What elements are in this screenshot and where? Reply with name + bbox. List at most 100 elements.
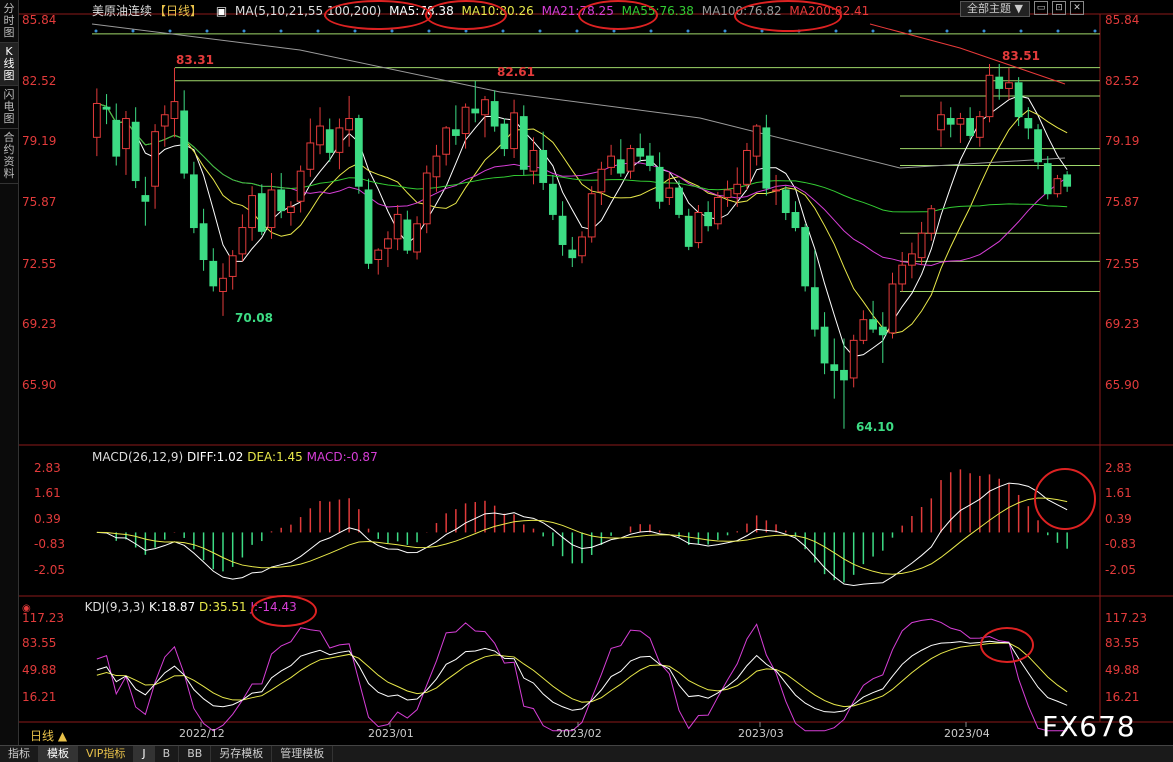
candle-body <box>927 208 936 234</box>
candle-body <box>481 99 489 116</box>
macd-tick-right: 0.39 <box>1105 512 1132 526</box>
candle-body <box>287 206 295 214</box>
macd-legend: MACD(26,12,9) DIFF:1.02 DEA:1.45 MACD:-0… <box>92 450 378 464</box>
kdj-d: D:35.51 <box>199 600 247 614</box>
candle-body <box>238 227 247 255</box>
macd-tick-left: 1.61 <box>34 486 61 500</box>
kdj-label: KDJ(9,3,3) <box>84 600 146 614</box>
candle-body <box>849 339 858 379</box>
theme-select-button[interactable]: 全部主题 ▼ <box>960 1 1030 17</box>
candle-body <box>675 187 683 215</box>
price-tick-left: 72.55 <box>22 257 56 271</box>
price-tick-right: 75.87 <box>1105 195 1139 209</box>
close-icon[interactable]: ✕ <box>1069 1 1084 15</box>
maximize-icon[interactable]: ⊡ <box>1051 1 1066 15</box>
theme-label: 全部主题 <box>967 2 1011 15</box>
candle-body <box>966 118 975 136</box>
candle-body <box>548 183 557 215</box>
period-indicator[interactable]: 日线 ▲ <box>30 727 67 744</box>
chevron-down-icon: ▼ <box>1014 2 1023 15</box>
candle-body <box>597 168 606 193</box>
price-extreme-label: 64.10 <box>856 420 894 434</box>
candle-body <box>500 123 509 150</box>
legend-square-icon: ▣ <box>215 4 228 18</box>
candle-body <box>374 249 383 261</box>
candle-body <box>413 223 421 253</box>
candle-body <box>723 189 732 198</box>
candle-body <box>461 106 470 135</box>
candle-body <box>898 264 907 285</box>
signal-dot <box>834 29 838 33</box>
price-tick-right: 69.23 <box>1105 317 1139 331</box>
date-tick-label: 2023/03 <box>738 727 784 740</box>
highlight-ring-macd <box>1034 468 1096 530</box>
minimize-icon[interactable]: ▭ <box>1033 1 1048 15</box>
tab-flash[interactable]: 闪电图 <box>0 86 18 129</box>
price-tick-left: 65.90 <box>22 378 56 392</box>
bb-tab[interactable]: BB <box>179 746 212 762</box>
candle-body <box>558 215 567 245</box>
signal-dot <box>242 29 246 33</box>
tab-kline[interactable]: K线图 <box>0 43 18 86</box>
candle-body <box>471 108 480 114</box>
b-tab[interactable]: B <box>155 746 180 762</box>
tab-kline-label: K线图 <box>3 45 15 82</box>
signal-dot <box>1019 29 1023 33</box>
candle-body <box>160 114 169 127</box>
template-tab[interactable]: 模板 <box>39 746 78 762</box>
signal-dot <box>982 29 986 33</box>
candle-body <box>626 148 635 172</box>
date-tick-label: 2023/02 <box>556 727 602 740</box>
indicator-tab[interactable]: 指标 <box>0 746 39 762</box>
candle-body <box>364 189 373 264</box>
signal-dot <box>538 29 542 33</box>
kdj-tick-left: 49.88 <box>22 663 56 677</box>
save-template-button[interactable]: 另存模板 <box>211 746 273 762</box>
period-tag: 【日线】 <box>154 4 203 18</box>
candle-body <box>1034 129 1042 163</box>
j-tab[interactable]: J <box>134 746 155 762</box>
vip-indicator-tab[interactable]: VIP指标 <box>78 746 135 762</box>
candle-body <box>209 260 218 287</box>
candle-body <box>519 116 528 170</box>
highlight-ring-ma55 <box>578 0 658 30</box>
candle-body <box>257 193 266 232</box>
candle-body <box>451 129 460 136</box>
signal-dot <box>686 29 690 33</box>
candle-body <box>917 232 926 259</box>
candle-body <box>539 149 548 183</box>
candle-body <box>199 223 208 261</box>
signal-dot <box>427 29 431 33</box>
candle-body <box>995 76 1004 89</box>
candle-body <box>908 253 916 266</box>
manage-template-button[interactable]: 管理模板 <box>272 746 334 762</box>
candle-body <box>772 189 780 192</box>
candle-body <box>529 149 538 172</box>
candle-body <box>713 196 722 225</box>
signal-dot <box>168 29 172 33</box>
candle-body <box>393 213 402 240</box>
candle-body <box>646 155 654 167</box>
tab-contract-info[interactable]: 合约资料 <box>0 129 18 184</box>
price-tick-right: 79.19 <box>1105 134 1139 148</box>
price-tick-right: 72.55 <box>1105 257 1139 271</box>
price-tick-left: 82.52 <box>22 74 56 88</box>
candle-body <box>248 195 256 229</box>
date-tick-label: 2023/01 <box>368 727 414 740</box>
price-tick-right: 65.90 <box>1105 378 1139 392</box>
candle-body <box>762 127 771 189</box>
price-tick-left: 85.84 <box>22 13 56 27</box>
kdj-tick-left: 83.55 <box>22 636 56 650</box>
candle-body <box>810 287 819 330</box>
candle-body <box>112 119 121 157</box>
settings-dot-icon[interactable]: ◉ <box>22 603 31 614</box>
macd-label: MACD(26,12,9) <box>92 450 184 464</box>
left-sidebar: 分时图 K线图 闪电图 合约资料 <box>0 0 19 745</box>
candlesticks <box>92 63 1072 429</box>
window-controls: 全部主题 ▼ ▭ ⊡ ✕ <box>960 1 1084 17</box>
candle-body <box>975 116 984 138</box>
candle-body <box>704 212 713 227</box>
price-extreme-label: 70.08 <box>235 311 273 325</box>
tab-timeshare[interactable]: 分时图 <box>0 0 18 43</box>
candle-body <box>636 148 645 157</box>
